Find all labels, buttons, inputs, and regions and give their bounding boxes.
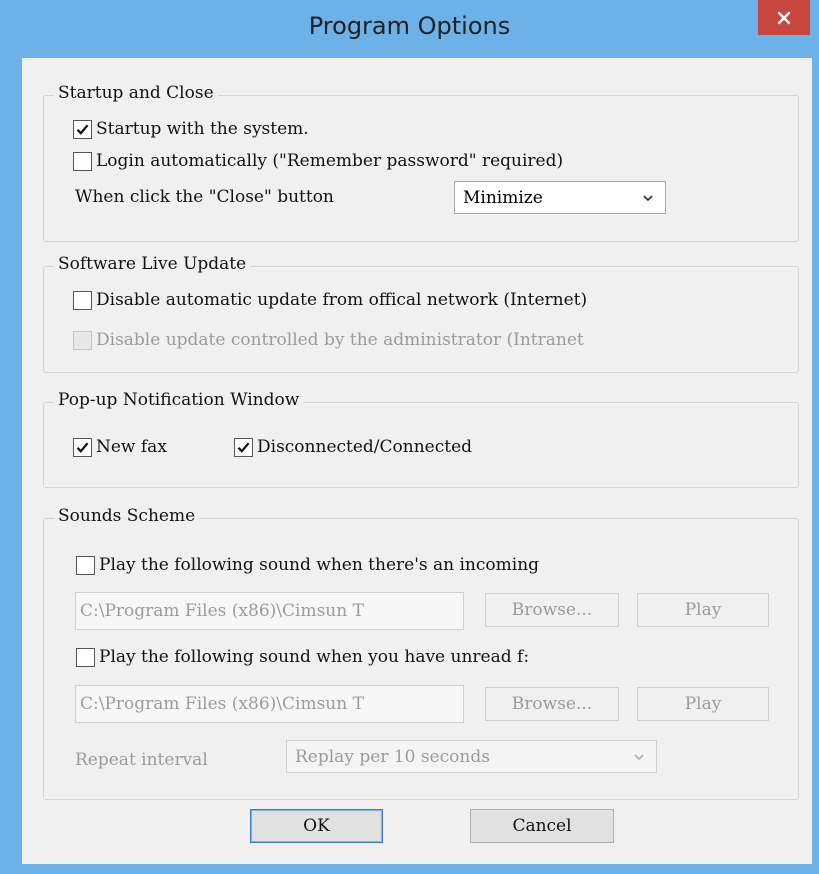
cancel-button[interactable]: Cancel — [470, 809, 614, 843]
startup-with-system-option[interactable]: Startup with the system. — [73, 119, 309, 139]
new-fax-label: New fax — [96, 437, 167, 457]
disable-intranet-update-option: Disable update controlled by the adminis… — [73, 330, 584, 350]
incoming-sound-option[interactable]: Play the following sound when there's an… — [76, 555, 539, 575]
disconnected-connected-option[interactable]: Disconnected/Connected — [234, 437, 472, 457]
title-bar[interactable]: Program Options — [0, 0, 819, 58]
close-button[interactable] — [758, 0, 810, 35]
startup-close-group: Startup and Close Startup with the syste… — [43, 83, 799, 242]
checkmark-icon — [76, 441, 89, 453]
startup-with-system-checkbox[interactable] — [73, 119, 92, 139]
unread-play-button: Play — [637, 687, 769, 721]
disable-internet-update-option[interactable]: Disable automatic update from offical ne… — [73, 290, 587, 310]
unread-sound-checkbox[interactable] — [76, 647, 95, 667]
repeat-interval-select: Replay per 10 seconds — [286, 740, 657, 773]
new-fax-option[interactable]: New fax — [73, 437, 167, 457]
popup-notification-group: Pop-up Notification Window New fax Disco… — [43, 390, 799, 488]
popup-notification-legend: Pop-up Notification Window — [54, 390, 304, 410]
sounds-scheme-group: Sounds Scheme Play the following sound w… — [43, 506, 799, 800]
login-automatically-label: Login automatically ("Remember password"… — [96, 151, 564, 171]
checkmark-icon — [76, 123, 89, 135]
dialog-content: Startup and Close Startup with the syste… — [22, 58, 812, 864]
unread-sound-option[interactable]: Play the following sound when you have u… — [76, 647, 529, 667]
live-update-legend: Software Live Update — [54, 254, 251, 274]
unread-browse-button: Browse... — [485, 687, 619, 721]
close-action-value: Minimize — [463, 187, 543, 208]
login-automatically-checkbox[interactable] — [73, 151, 92, 171]
repeat-interval-value: Replay per 10 seconds — [295, 746, 490, 767]
startup-with-system-label: Startup with the system. — [96, 119, 309, 139]
window-title: Program Options — [308, 12, 511, 40]
incoming-sound-checkbox[interactable] — [76, 555, 95, 575]
chevron-down-icon — [634, 754, 644, 761]
disconnected-connected-checkbox[interactable] — [234, 437, 253, 457]
program-options-window: Program Options Startup and Close Startu… — [0, 0, 819, 874]
login-automatically-option[interactable]: Login automatically ("Remember password"… — [73, 151, 563, 171]
unread-sound-label: Play the following sound when you have u… — [99, 647, 530, 667]
disconnected-connected-label: Disconnected/Connected — [257, 437, 473, 457]
incoming-play-button: Play — [637, 593, 769, 627]
checkmark-icon — [237, 441, 250, 453]
startup-close-legend: Startup and Close — [54, 83, 218, 103]
close-icon — [777, 11, 791, 24]
incoming-browse-button: Browse... — [485, 593, 619, 627]
incoming-sound-path-field: C:\Program Files (x86)\Cimsun T — [75, 592, 464, 630]
close-action-label: When click the "Close" button — [75, 187, 334, 207]
live-update-group: Software Live Update Disable automatic u… — [43, 254, 799, 373]
new-fax-checkbox[interactable] — [73, 437, 92, 457]
chevron-down-icon — [643, 195, 653, 202]
disable-internet-update-checkbox[interactable] — [73, 290, 92, 310]
disable-internet-update-label: Disable automatic update from offical ne… — [96, 290, 588, 310]
disable-intranet-update-checkbox — [73, 330, 92, 350]
incoming-sound-label: Play the following sound when there's an… — [99, 555, 540, 575]
disable-intranet-update-label: Disable update controlled by the adminis… — [96, 330, 584, 350]
sounds-scheme-legend: Sounds Scheme — [54, 506, 200, 526]
repeat-interval-label: Repeat interval — [75, 750, 208, 770]
unread-sound-path-field: C:\Program Files (x86)\Cimsun T — [75, 685, 464, 723]
close-action-select[interactable]: Minimize — [454, 181, 666, 214]
ok-button[interactable]: OK — [250, 809, 383, 843]
